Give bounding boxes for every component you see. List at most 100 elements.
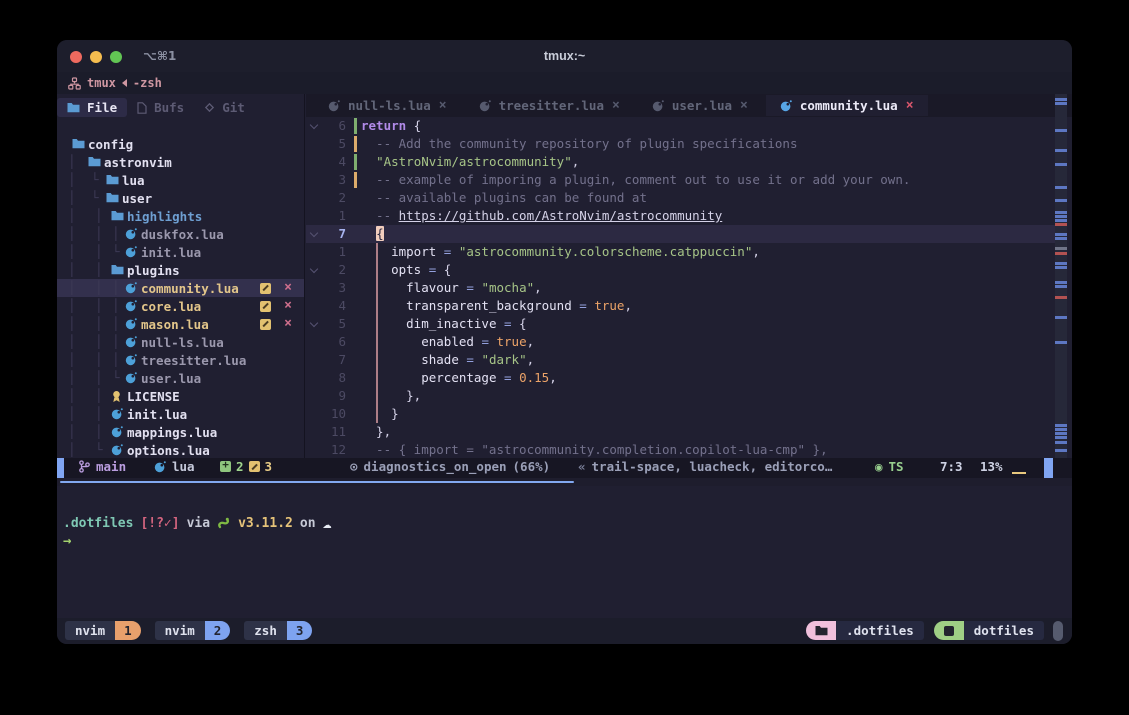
code-line-1[interactable]: 1 -- https://github.com/AstroNvim/astroc…: [306, 207, 1072, 225]
tree-item-highlights[interactable]: ││highlights: [57, 207, 304, 225]
code-line-6[interactable]: 6return {: [306, 117, 1072, 135]
terminal-tab-bar[interactable]: tmux -zsh: [57, 72, 1072, 94]
tmux-module-label: dotfiles: [964, 621, 1044, 640]
close-buffer-icon[interactable]: ×: [906, 98, 914, 113]
code-line-2[interactable]: 2 -- available plugins can be found at: [306, 189, 1072, 207]
tmux-window-2[interactable]: nvim2: [155, 621, 231, 640]
tree-item-options.lua[interactable]: │└options.lua: [57, 441, 304, 459]
tree-item-mappings.lua[interactable]: ││mappings.lua: [57, 423, 304, 441]
scrollbar-strip[interactable]: [1055, 94, 1067, 458]
scrollbar-mark: [1055, 252, 1067, 255]
line-number: 12: [320, 441, 346, 459]
tree-item-duskfox.lua[interactable]: │││duskfox.lua: [57, 225, 304, 243]
buffer-tab-community.lua[interactable]: community.lua×: [766, 95, 928, 116]
tmux-window-3[interactable]: zsh3: [244, 621, 312, 640]
code-text: -- example of imporing a plugin, comment…: [361, 171, 910, 189]
buffer-tab-label: null-ls.lua: [348, 98, 431, 113]
close-buffer-icon[interactable]: ×: [612, 98, 620, 113]
neotree-tab-git[interactable]: Git: [194, 98, 255, 117]
code-line-6[interactable]: 6 enabled = true,: [306, 333, 1072, 351]
close-buffer-icon[interactable]: ×: [740, 98, 748, 113]
code-line-1[interactable]: 1 import = "astrocommunity.colorscheme.c…: [306, 243, 1072, 261]
code-line-10[interactable]: 10 }: [306, 405, 1072, 423]
formatters-list: trail-space, luacheck, editorco…: [592, 459, 833, 474]
code-line-5[interactable]: 5 dim_inactive = {: [306, 315, 1072, 333]
scrollbar-mark: [1055, 436, 1067, 439]
tree-item-label: options.lua: [127, 443, 210, 458]
code-text: shade = "dark",: [361, 351, 534, 369]
tmux-window-name: nvim: [155, 621, 205, 640]
close-buffer-icon[interactable]: ×: [439, 98, 447, 113]
tree-item-treesitter.lua[interactable]: │││treesitter.lua: [57, 351, 304, 369]
shell-pane[interactable]: .dotfiles [!?✓] via v3.11.2 on ☁ →: [57, 486, 1072, 618]
neotree-tab-file[interactable]: File: [57, 98, 127, 117]
tree-item-init.lua[interactable]: ││init.lua: [57, 405, 304, 423]
buffer-tab-treesitter.lua[interactable]: treesitter.lua×: [465, 95, 634, 116]
code-text: },: [361, 387, 421, 405]
tmux-window-name: nvim: [65, 621, 115, 640]
tree-item-init.lua[interactable]: ││└init.lua: [57, 243, 304, 261]
tree-item-astronvim[interactable]: │astronvim: [57, 153, 304, 171]
added-count: 2: [236, 459, 244, 474]
fold-chevron-icon[interactable]: [310, 319, 318, 327]
code-buffer[interactable]: 6return {5 -- Add the community reposito…: [306, 117, 1072, 458]
fold-chevron-icon[interactable]: [310, 265, 318, 273]
code-line-7[interactable]: 7 {: [306, 225, 1055, 243]
fold-chevron-icon[interactable]: [310, 121, 318, 129]
tree-item-lua[interactable]: │└lua: [57, 171, 304, 189]
tree-item-mason.lua[interactable]: │││mason.lua×: [57, 315, 304, 333]
lua-icon: [125, 282, 137, 294]
code-line-2[interactable]: 2 opts = {: [306, 261, 1072, 279]
code-line-9[interactable]: 9 },: [306, 387, 1072, 405]
lua-icon: [479, 100, 491, 112]
scrollbar-mark: [1055, 211, 1067, 214]
active-pane-border-line: [60, 481, 574, 483]
tree-item-label: config: [88, 137, 133, 152]
code-line-4[interactable]: 4 "AstroNvim/astrocommunity",: [306, 153, 1072, 171]
code-line-12[interactable]: 12 -- { import = "astrocommunity.complet…: [306, 441, 1072, 459]
tmux-module-dotfiles[interactable]: dotfiles: [934, 621, 1044, 640]
scrollbar-mark: [1055, 223, 1067, 226]
scrollbar-mark: [1055, 341, 1067, 344]
indent-guide: │: [68, 243, 76, 261]
tree-item-user[interactable]: │└user: [57, 189, 304, 207]
tree-item-label: treesitter.lua: [141, 353, 246, 368]
nvim-pane: File Bufs Git config│astronvim│└lua│└use…: [57, 94, 1072, 458]
lsp-progress-percent: (66%): [513, 459, 551, 474]
code-line-11[interactable]: 11 },: [306, 423, 1072, 441]
code-line-3[interactable]: 3 -- example of imporing a plugin, comme…: [306, 171, 1072, 189]
buffer-tab-null-ls.lua[interactable]: null-ls.lua ×: [314, 95, 461, 116]
code-text: return {: [361, 117, 421, 135]
buffer-tab-user.lua[interactable]: user.lua×: [638, 95, 762, 116]
code-line-4[interactable]: 4 transparent_background = true,: [306, 297, 1072, 315]
treesitter-icon: ◉: [875, 459, 883, 474]
tmux-module-.dotfiles[interactable]: .dotfiles: [806, 621, 924, 640]
code-text: },: [361, 423, 391, 441]
fold-chevron-icon[interactable]: [310, 229, 318, 237]
tmux-window-1[interactable]: nvim1: [65, 621, 141, 640]
indent-guide: │: [68, 351, 76, 369]
neotree-tab-label: Bufs: [154, 100, 184, 115]
code-line-3[interactable]: 3 flavour = "mocha",: [306, 279, 1072, 297]
folder-icon: [106, 174, 119, 185]
code-line-7[interactable]: 7 shade = "dark",: [306, 351, 1072, 369]
tree-item-config[interactable]: config: [57, 135, 304, 153]
code-text: import = "astrocommunity.colorscheme.cat…: [361, 243, 760, 261]
tree-item-core.lua[interactable]: │││core.lua×: [57, 297, 304, 315]
code-line-8[interactable]: 8 percentage = 0.15,: [306, 369, 1072, 387]
tree-item-user.lua[interactable]: ││└user.lua: [57, 369, 304, 387]
filetype-label: lua: [172, 459, 195, 474]
neotree-tab-bufs[interactable]: Bufs: [127, 98, 194, 117]
indent-guide: │: [68, 369, 76, 387]
code-text: "AstroNvim/astrocommunity",: [361, 153, 579, 171]
lua-icon: [125, 354, 137, 366]
git-branch-name: main: [96, 459, 126, 474]
tree-item-LICENSE[interactable]: ││LICENSE: [57, 387, 304, 405]
line-number: 4: [320, 153, 346, 171]
tree-item-community.lua[interactable]: │││community.lua×: [57, 279, 304, 297]
tree-item-null-ls.lua[interactable]: │││null-ls.lua: [57, 333, 304, 351]
tree-item-plugins[interactable]: ││plugins: [57, 261, 304, 279]
tmux-pane-border[interactable]: [57, 478, 1072, 486]
code-line-5[interactable]: 5 -- Add the community repository of plu…: [306, 135, 1072, 153]
scrollbar-mark: [1055, 215, 1067, 218]
